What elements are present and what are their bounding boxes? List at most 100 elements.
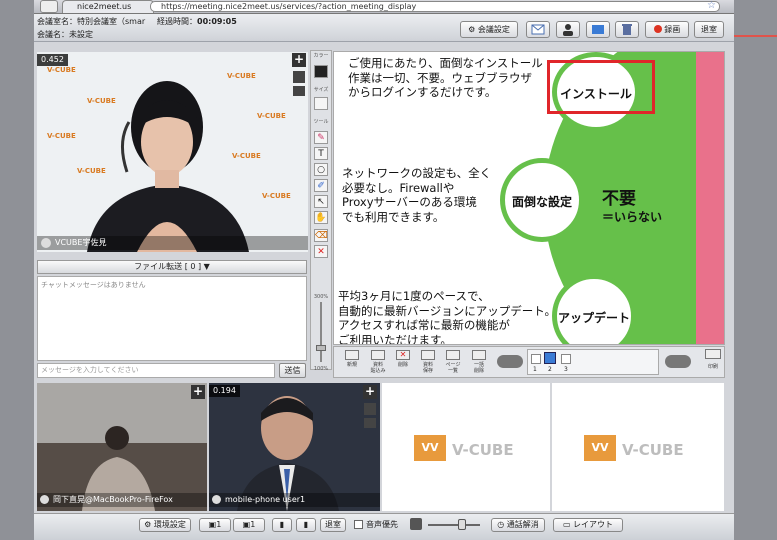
- layout-label: レイアウト: [573, 520, 614, 529]
- thumb1-name: 岡下直晃@MacBookPro-FireFox: [37, 493, 207, 507]
- screen-toggle-icon[interactable]: [293, 86, 305, 96]
- mute-button[interactable]: ▮: [296, 518, 316, 532]
- size-picker-button[interactable]: [314, 97, 328, 110]
- page-list-icon[interactable]: [446, 350, 460, 360]
- edge-accent: [733, 35, 777, 37]
- thumb-empty-1[interactable]: VV V-CUBE: [382, 383, 550, 511]
- new-page-label: 新規: [346, 362, 357, 368]
- slide-text-update: 平均3ヶ月に1度のペースで、 自動的に最新バージョンにアップデート。 アクセスす…: [338, 289, 556, 345]
- bookmark-star-icon[interactable]: ☆: [707, 1, 717, 11]
- video-toggle-icon: ▮: [279, 520, 285, 529]
- next-page-button[interactable]: [665, 355, 691, 368]
- invite-mail-icon[interactable]: [526, 21, 550, 38]
- add-video-button[interactable]: +: [363, 385, 377, 399]
- page-thumb[interactable]: [531, 354, 541, 364]
- shared-slide[interactable]: ご使用にあたり、面倒なインストール 作業は一切、不要。ウェブブラウザ からログイ…: [333, 51, 725, 345]
- save-doc-icon[interactable]: [421, 350, 435, 360]
- trash-icon[interactable]: [615, 21, 639, 38]
- mic-button[interactable]: ▣1: [233, 518, 265, 532]
- delete-page-icon[interactable]: ✕: [396, 350, 410, 360]
- slide-line: ご利用いただけます。: [338, 332, 452, 345]
- browser-tab[interactable]: nice2meet.us: [62, 0, 154, 13]
- gear-icon: ⚙: [144, 520, 152, 529]
- vcube-placeholder: VV V-CUBE: [382, 383, 550, 511]
- add-video-button[interactable]: +: [292, 53, 306, 67]
- voice-priority-checkbox[interactable]: [354, 520, 363, 529]
- vcube-logo-text: V-CUBE: [622, 441, 684, 459]
- participant-name-label: VCUBE宇佐見: [55, 238, 107, 247]
- thumb-video-2[interactable]: 0.194 + mobile-phone user1: [209, 383, 380, 511]
- zoom-slider-track[interactable]: [320, 302, 322, 362]
- address-bar[interactable]: https://meeting.nice2meet.us/services/?a…: [150, 1, 720, 12]
- paste-doc-label: 資料 貼込み: [370, 362, 386, 374]
- print-label: 印刷: [707, 364, 718, 370]
- add-video-button[interactable]: +: [191, 385, 205, 399]
- camera-button[interactable]: ▣1: [199, 518, 231, 532]
- slide-line: Proxyサーバーのある環境: [342, 195, 477, 209]
- screen-toggle-icon[interactable]: [364, 418, 376, 428]
- pen-tool-icon[interactable]: ✎: [314, 131, 328, 144]
- video-toggle-button[interactable]: ▮: [272, 518, 292, 532]
- file-transfer-bar[interactable]: ファイル転送 [ 0 ] ▼: [37, 260, 307, 274]
- meeting-settings-label: 会議設定: [477, 25, 510, 34]
- meeting-settings-button[interactable]: ⚙ 会議設定: [460, 21, 518, 38]
- thumb-video-1[interactable]: + 岡下直晃@MacBookPro-FireFox: [37, 383, 207, 511]
- text-tool-icon[interactable]: T: [314, 147, 328, 160]
- thumb1-person-icon: [37, 383, 207, 511]
- presenter-person-icon: [87, 81, 249, 252]
- thumb2-person-icon: [237, 396, 339, 511]
- share-icon[interactable]: [586, 21, 610, 38]
- delete-page-label: 削除: [397, 362, 408, 368]
- latency-badge: 0.452: [37, 54, 68, 66]
- zoom-max-label: 300%: [313, 294, 329, 300]
- env-settings-button[interactable]: ⚙ 環境設定: [139, 518, 191, 532]
- clear-tool-icon[interactable]: ✕: [314, 245, 328, 258]
- volume-slider-track[interactable]: [428, 524, 480, 526]
- select-tool-icon[interactable]: ↖: [314, 195, 328, 208]
- thumb2-name-label: mobile-phone user1: [225, 495, 306, 504]
- new-page-icon[interactable]: [345, 350, 359, 360]
- speaker-icon[interactable]: [364, 403, 376, 415]
- paste-doc-icon[interactable]: [371, 350, 385, 360]
- exit-button[interactable]: 退室: [694, 21, 724, 38]
- color-picker-button[interactable]: [314, 65, 328, 78]
- participants-icon[interactable]: [556, 21, 580, 38]
- bulk-delete-icon[interactable]: [472, 350, 486, 360]
- big-label: 不要: [602, 189, 636, 209]
- marker-tool-icon[interactable]: ✐: [314, 179, 328, 192]
- main-video[interactable]: V-CUBE V-CUBE V-CUBE V-CUBE V-CUBE V-CUB…: [37, 52, 308, 252]
- vcube-logo-text: V-CUBE: [452, 441, 514, 459]
- page-thumb-current[interactable]: [544, 352, 556, 364]
- layout-button[interactable]: ▭ レイアウト: [553, 518, 623, 532]
- exit-small-button[interactable]: 退室: [320, 518, 346, 532]
- back-button[interactable]: [40, 0, 58, 13]
- meeting-name: 会議名：未設定: [37, 30, 93, 39]
- size-label: サイズ: [313, 87, 329, 93]
- print-icon[interactable]: [705, 349, 721, 359]
- end-call-button[interactable]: ◷ 通話解消: [491, 518, 545, 532]
- eraser-tool-icon[interactable]: ⌫: [314, 229, 328, 242]
- chat-log: チャットメッセージはありません: [37, 276, 307, 361]
- tool-label: ツール: [313, 119, 329, 125]
- chat-input[interactable]: メッセージを入力してください: [37, 363, 275, 378]
- slide-line: からログインするだけです。: [348, 85, 497, 99]
- circle-setting: 面倒な設定: [500, 158, 584, 242]
- thumb-empty-2[interactable]: VV V-CUBE: [552, 383, 724, 511]
- send-button[interactable]: 送信: [279, 363, 306, 378]
- speaker-icon[interactable]: [293, 71, 305, 83]
- slide-text-network: ネットワークの設定も、全く 必要なし。Firewallや Proxyサーバーのあ…: [342, 166, 491, 224]
- latency-badge: 0.194: [209, 385, 240, 397]
- volume-slider-handle[interactable]: [458, 519, 466, 530]
- voice-priority-label: 音声優先: [366, 520, 398, 529]
- env-settings-label: 環境設定: [153, 520, 186, 529]
- prev-page-button[interactable]: [497, 355, 523, 368]
- big-sub-label: ＝いらない: [602, 210, 663, 224]
- chat-empty-message: チャットメッセージはありません: [41, 281, 146, 289]
- record-button[interactable]: 録画: [645, 21, 689, 38]
- circle-tool-icon[interactable]: ○: [314, 163, 328, 176]
- zoom-slider-handle[interactable]: [316, 345, 326, 351]
- end-call-label: 通話解消: [506, 520, 539, 529]
- user-icon: [212, 495, 221, 504]
- hand-tool-icon[interactable]: ✋: [314, 211, 328, 224]
- page-thumb[interactable]: [561, 354, 571, 364]
